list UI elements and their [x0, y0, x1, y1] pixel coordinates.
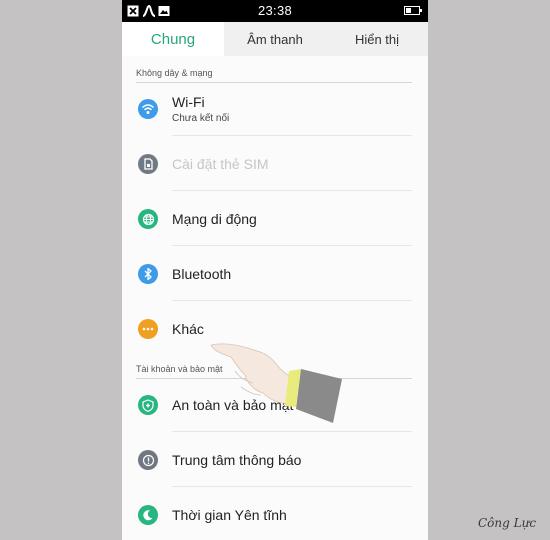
- settings-item-mobile-network[interactable]: Mạng di động: [122, 191, 428, 246]
- globe-icon: [138, 209, 158, 229]
- sim-label: Cài đặt thẻ SIM: [172, 156, 269, 172]
- tab-display[interactable]: Hiển thị: [326, 22, 428, 56]
- settings-item-bluetooth[interactable]: Bluetooth: [122, 246, 428, 301]
- settings-list: Không dây & mạng Wi-Fi Chưa kết nối Cài …: [122, 56, 428, 540]
- more-dots-icon: [138, 319, 158, 339]
- quiet-time-label: Thời gian Yên tĩnh: [172, 507, 287, 523]
- wifi-label: Wi-Fi: [172, 94, 205, 110]
- settings-item-quiet-time[interactable]: Thời gian Yên tĩnh: [122, 487, 428, 540]
- wifi-icon: [138, 99, 158, 119]
- battery-icon: [404, 6, 422, 15]
- bluetooth-icon: [138, 264, 158, 284]
- shield-icon: [138, 395, 158, 415]
- other-label: Khác: [172, 321, 204, 337]
- watermark: Công Lực: [478, 516, 537, 530]
- sim-card-icon: [138, 154, 158, 174]
- tab-general[interactable]: Chung: [122, 22, 224, 56]
- settings-item-wifi[interactable]: Wi-Fi Chưa kết nối: [122, 81, 428, 136]
- settings-item-notification-center[interactable]: Trung tâm thông báo: [122, 432, 428, 487]
- phone-screen: 23:38 Chung Âm thanh Hiển thị Không dây …: [122, 0, 428, 540]
- tab-sound[interactable]: Âm thanh: [224, 22, 326, 56]
- notification-center-label: Trung tâm thông báo: [172, 452, 302, 468]
- exclamation-icon: [138, 450, 158, 470]
- tab-bar: Chung Âm thanh Hiển thị: [122, 22, 428, 56]
- mobile-network-label: Mạng di động: [172, 211, 257, 227]
- status-bar: 23:38: [122, 0, 428, 22]
- settings-item-sim: Cài đặt thẻ SIM: [122, 136, 428, 191]
- pointing-hand-illustration: [210, 343, 342, 423]
- clock: 23:38: [257, 3, 293, 18]
- bluetooth-label: Bluetooth: [172, 266, 232, 282]
- wifi-status: Chưa kết nối: [172, 113, 230, 124]
- moon-icon: [138, 505, 158, 525]
